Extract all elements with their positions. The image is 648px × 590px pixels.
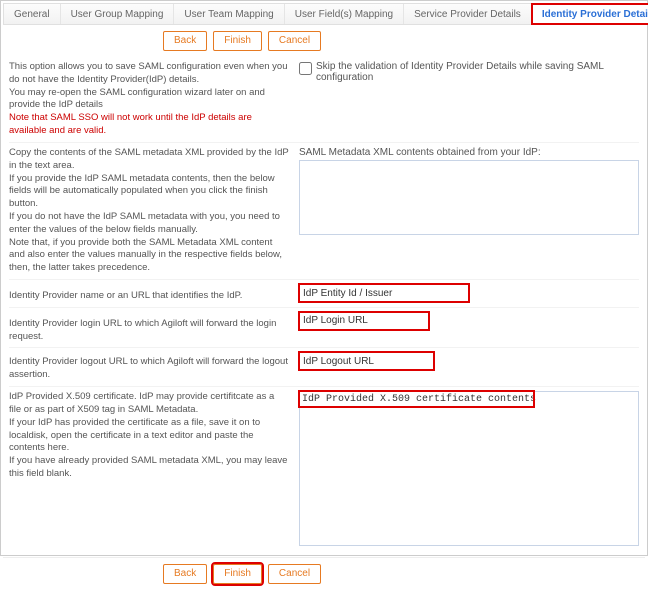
tab-user-fields-mapping[interactable]: User Field(s) Mapping: [285, 4, 404, 24]
row-skip-validation: This option allows you to save SAML conf…: [9, 57, 639, 143]
back-button[interactable]: Back: [163, 31, 207, 51]
tab-service-provider-details[interactable]: Service Provider Details: [404, 4, 532, 24]
entity-id-desc: Identity Provider name or an URL that id…: [9, 284, 289, 303]
skip-validation-checkbox[interactable]: [299, 62, 312, 75]
meta-desc-4: Note that, if you provide both the SAML …: [9, 237, 289, 275]
idp-entity-id-input[interactable]: [299, 284, 469, 302]
row-entity-id: Identity Provider name or an URL that id…: [9, 280, 639, 308]
cancel-button-bottom[interactable]: Cancel: [268, 564, 321, 584]
metadata-xml-textarea[interactable]: [299, 160, 639, 235]
meta-desc-1: Copy the contents of the SAML metadata X…: [9, 147, 289, 173]
bottom-button-row: Back Finish Cancel: [3, 557, 645, 590]
tab-general[interactable]: General: [4, 4, 61, 24]
skip-desc-2: You may re-open the SAML configuration w…: [9, 87, 289, 113]
meta-desc-2: If you provide the IdP SAML metadata con…: [9, 173, 289, 211]
idp-login-url-input[interactable]: [299, 312, 429, 330]
skip-validation-text: Skip the validation of Identity Provider…: [316, 61, 639, 83]
skip-desc-1: This option allows you to save SAML conf…: [9, 61, 289, 87]
row-metadata-xml: Copy the contents of the SAML metadata X…: [9, 143, 639, 280]
login-url-desc: Identity Provider login URL to which Agi…: [9, 312, 289, 344]
idp-x509-cert-textarea[interactable]: [299, 391, 639, 546]
finish-button-bottom[interactable]: Finish: [213, 564, 262, 584]
tab-bar: General User Group Mapping User Team Map…: [3, 3, 645, 25]
tab-identity-provider-details[interactable]: Identity Provider Details: [532, 4, 648, 24]
cert-desc-2: If your IdP has provided the certificate…: [9, 417, 289, 455]
content-area: This option allows you to save SAML conf…: [3, 57, 645, 557]
finish-button[interactable]: Finish: [213, 31, 262, 51]
skip-validation-label[interactable]: Skip the validation of Identity Provider…: [299, 61, 639, 83]
tab-user-team-mapping[interactable]: User Team Mapping: [174, 4, 284, 24]
back-button-bottom[interactable]: Back: [163, 564, 207, 584]
cert-desc-1: IdP Provided X.509 certificate. IdP may …: [9, 391, 289, 417]
meta-desc-3: If you do not have the IdP SAML metadata…: [9, 211, 289, 237]
row-x509-cert: IdP Provided X.509 certificate. IdP may …: [9, 387, 639, 553]
saml-config-panel: General User Group Mapping User Team Map…: [0, 0, 648, 556]
top-button-row: Back Finish Cancel: [3, 25, 645, 57]
cancel-button[interactable]: Cancel: [268, 31, 321, 51]
row-logout-url: Identity Provider logout URL to which Ag…: [9, 348, 639, 387]
row-login-url: Identity Provider login URL to which Agi…: [9, 308, 639, 349]
metadata-xml-label: SAML Metadata XML contents obtained from…: [299, 147, 639, 158]
tab-user-group-mapping[interactable]: User Group Mapping: [61, 4, 175, 24]
skip-warning: Note that SAML SSO will not work until t…: [9, 112, 289, 138]
logout-url-desc: Identity Provider logout URL to which Ag…: [9, 352, 289, 382]
idp-logout-url-input[interactable]: [299, 352, 434, 370]
cert-desc-3: If you have already provided SAML metada…: [9, 455, 289, 481]
